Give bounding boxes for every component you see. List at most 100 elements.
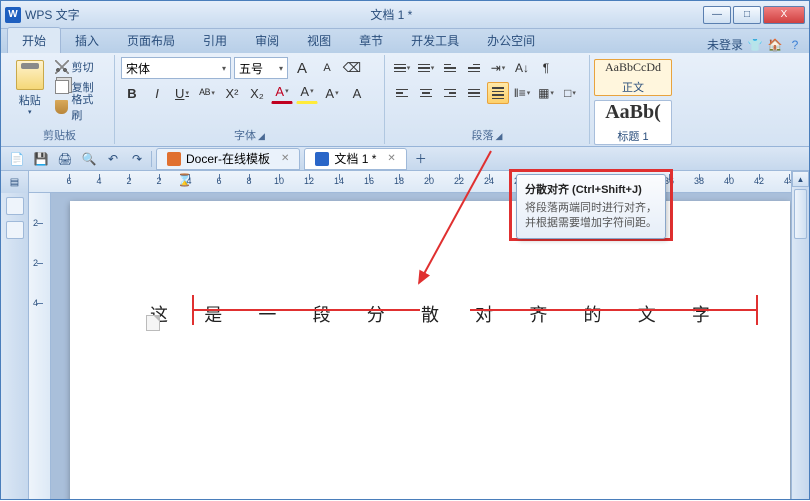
bold-button[interactable]: B — [121, 82, 143, 104]
align-distributed-icon — [492, 87, 504, 99]
ribbon-tabs: 开始 插入 页面布局 引用 审阅 视图 章节 开发工具 办公空间 未登录 👕 🏠… — [1, 29, 809, 53]
number-list-button[interactable] — [415, 57, 437, 79]
vtool-2[interactable] — [6, 221, 24, 239]
ruler-tick: 38 — [694, 176, 704, 186]
new-doc-button[interactable]: 📄 — [7, 150, 27, 168]
highlight-button[interactable]: A — [296, 82, 318, 104]
app-icon: W — [5, 7, 21, 23]
ruler-tick: 22 — [454, 176, 464, 186]
tooltip-title: 分散对齐 (Ctrl+Shift+J) — [525, 181, 657, 197]
shading-button[interactable]: ▦ — [535, 82, 557, 104]
login-status[interactable]: 未登录 — [707, 36, 743, 53]
bullet-list-button[interactable] — [391, 57, 413, 79]
close-tab-icon[interactable]: ✕ — [387, 153, 395, 164]
font-color-button[interactable]: A — [271, 82, 293, 104]
number-icon — [418, 64, 430, 73]
annotation-bracket-left — [192, 295, 194, 325]
vruler-tick: 4 — [33, 298, 38, 308]
vruler-tick: 2 — [33, 258, 38, 268]
increase-indent-button[interactable] — [463, 57, 485, 79]
ruler-tick: 20 — [424, 176, 434, 186]
vertical-scrollbar[interactable]: ▲ — [791, 171, 809, 499]
sort-button[interactable]: A↓ — [511, 57, 533, 79]
home-icon[interactable]: 🏠 — [767, 37, 783, 53]
close-tab-icon[interactable]: ✕ — [281, 153, 289, 164]
ruler-tick: 42 — [754, 176, 764, 186]
print-preview-button[interactable]: 🔍 — [79, 150, 99, 168]
superscript-button[interactable]: X² — [221, 82, 243, 104]
strike-button[interactable]: ᴬᴮ — [196, 82, 218, 104]
paste-button[interactable]: 粘贴 ▾ — [11, 57, 49, 119]
tab-insert[interactable]: 插入 — [61, 28, 113, 53]
format-brush-button[interactable]: 格式刷 — [51, 97, 108, 116]
print-button[interactable]: 🖨 — [55, 150, 75, 168]
add-tab-button[interactable]: ＋ — [411, 150, 431, 168]
align-center-button[interactable] — [415, 82, 437, 104]
shrink-font-button[interactable]: A — [316, 57, 338, 79]
vtool-1[interactable] — [6, 197, 24, 215]
style-normal[interactable]: AaBbCcDd 正文 — [594, 59, 672, 96]
horizontal-ruler[interactable]: ⌛ 64224681012141618202224262830323436384… — [29, 171, 809, 193]
tooltip-body: 将段落两端同时进行对齐，并根据需要增加字符间距。 — [525, 201, 657, 232]
show-marks-button[interactable]: ¶ — [535, 57, 557, 79]
redo-button[interactable]: ↷ — [127, 150, 147, 168]
char-shading-button[interactable]: A — [321, 82, 343, 104]
grow-font-button[interactable]: A — [291, 57, 313, 79]
cut-button[interactable]: 剪切 — [51, 57, 108, 76]
paste-label: 粘贴 — [19, 92, 41, 108]
decrease-indent-button[interactable] — [439, 57, 461, 79]
doc-tab-active[interactable]: 文档 1 * ✕ — [304, 148, 406, 170]
group-paragraph: ⇥ A↓ ¶ ‖≡ ▦ □ 段落◢ — [385, 55, 590, 144]
font-size-select[interactable]: 五号▾ — [234, 57, 288, 79]
page-viewport[interactable]: 这 是 一 段 分 散 对 齐 的 文 字 — [51, 193, 809, 499]
tab-pagelayout[interactable]: 页面布局 — [113, 28, 189, 53]
align-distributed-button[interactable] — [487, 82, 509, 104]
tab-review[interactable]: 审阅 — [241, 28, 293, 53]
save-button[interactable]: 💾 — [31, 150, 51, 168]
ruler-tick: 6 — [216, 176, 221, 186]
tab-office[interactable]: 办公空间 — [473, 28, 549, 53]
group-clipboard: 粘贴 ▾ 剪切 复制 格式刷 剪贴板 — [5, 55, 115, 144]
side-toggle[interactable]: ▤ — [1, 171, 29, 193]
align-justify-button[interactable] — [463, 82, 485, 104]
underline-button[interactable]: U — [171, 82, 193, 104]
group-font: 宋体▾ 五号▾ A A ⌫ B I U ᴬᴮ X² X₂ A A A A 字体◢ — [115, 55, 385, 144]
paper[interactable]: 这 是 一 段 分 散 对 齐 的 文 字 — [70, 201, 790, 499]
tab-start[interactable]: 开始 — [7, 27, 61, 53]
scroll-thumb[interactable] — [794, 189, 807, 239]
ruler-tick: 16 — [364, 176, 374, 186]
tab-section[interactable]: 章节 — [345, 28, 397, 53]
font-name-select[interactable]: 宋体▾ — [121, 57, 231, 79]
style-heading1[interactable]: AaBb( 标题 1 — [594, 100, 672, 145]
title-bar: W WPS 文字 文档 1 * — □ X — [1, 1, 809, 29]
maximize-button[interactable]: □ — [733, 6, 761, 24]
close-button[interactable]: X — [763, 6, 805, 24]
borders-button[interactable]: □ — [559, 82, 581, 104]
scroll-up-button[interactable]: ▲ — [792, 171, 809, 187]
annotation-bracket-right — [756, 295, 758, 325]
align-left-icon — [396, 89, 408, 98]
ruler-tick: 4 — [186, 176, 191, 186]
vertical-ruler[interactable]: 224 — [29, 193, 51, 499]
tab-devtools[interactable]: 开发工具 — [397, 28, 473, 53]
distributed-text[interactable]: 这 是 一 段 分 散 对 齐 的 文 字 — [150, 301, 710, 327]
tab-settings-button[interactable]: ⇥ — [487, 57, 509, 79]
subscript-button[interactable]: X₂ — [246, 82, 268, 104]
vertical-toolbar — [1, 193, 29, 499]
wps-doc-icon — [315, 152, 329, 166]
align-right-button[interactable] — [439, 82, 461, 104]
doc-title: 文档 1 * — [80, 6, 703, 23]
tab-view[interactable]: 视图 — [293, 28, 345, 53]
doc-tab-docer[interactable]: Docer-在线模板 ✕ — [156, 148, 300, 170]
align-left-button[interactable] — [391, 82, 413, 104]
italic-button[interactable]: I — [146, 82, 168, 104]
char-border-button[interactable]: A — [346, 82, 368, 104]
help-icon[interactable]: ? — [787, 37, 803, 53]
document-area: 224 这 是 一 段 分 散 对 齐 的 文 字 — [1, 193, 809, 499]
tab-references[interactable]: 引用 — [189, 28, 241, 53]
clear-format-button[interactable]: ⌫ — [341, 57, 363, 79]
undo-button[interactable]: ↶ — [103, 150, 123, 168]
line-spacing-button[interactable]: ‖≡ — [511, 82, 533, 104]
minimize-button[interactable]: — — [703, 6, 731, 24]
skin-icon[interactable]: 👕 — [747, 37, 763, 53]
